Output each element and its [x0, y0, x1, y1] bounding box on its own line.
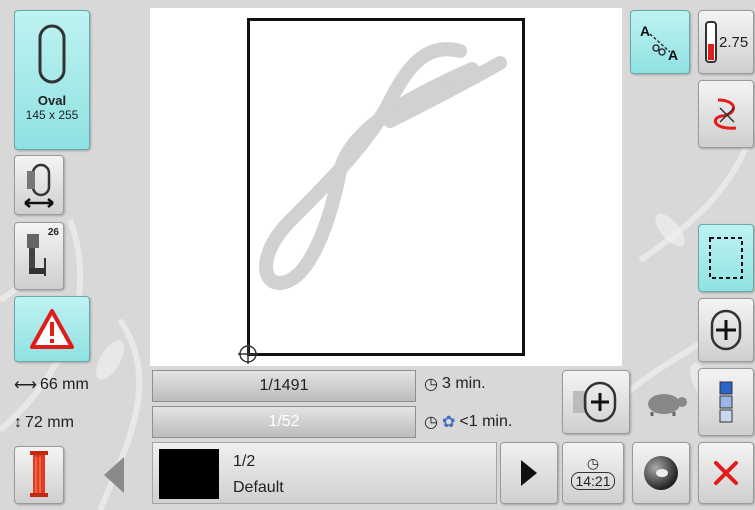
- design-preview: [259, 42, 507, 291]
- center-button[interactable]: [698, 298, 754, 362]
- tension-button[interactable]: 2.75: [698, 10, 754, 74]
- feed-badge: 26: [47, 227, 59, 238]
- cut-jump-icon: [713, 98, 737, 130]
- stitch-counter: 1/1491: [152, 370, 416, 402]
- move-hoop-button[interactable]: [14, 155, 64, 215]
- thread-button[interactable]: [14, 446, 64, 504]
- width-value: 66 mm: [39, 376, 89, 393]
- ball-icon: [644, 456, 678, 490]
- frame-select-icon: [709, 237, 743, 279]
- hoop-select-button[interactable]: Oval 145 x 255: [14, 10, 90, 150]
- clock-icon: ◷: [586, 455, 600, 471]
- play-icon: [521, 460, 537, 486]
- stitch-count-value: 1/1491: [259, 377, 309, 394]
- design-canvas[interactable]: [150, 8, 622, 366]
- hoop-size: 145 x 255: [25, 108, 79, 122]
- height-value: 72 mm: [25, 414, 74, 431]
- center-icon: [710, 309, 742, 351]
- clock-button[interactable]: ◷ 14:21: [562, 442, 624, 504]
- color-list-icon: [719, 381, 733, 423]
- color-time: ◷ ✿ <1 min.: [424, 412, 512, 432]
- presser-foot-button[interactable]: 26: [14, 222, 64, 290]
- clock-color-icon: ◷: [424, 414, 438, 431]
- move-hoop-icon: [24, 163, 54, 208]
- warning-icon: [30, 309, 74, 349]
- hoop-name: Oval: [37, 93, 67, 108]
- width-arrow-icon: ⟷: [14, 377, 37, 394]
- color-swatch: [159, 449, 219, 499]
- total-time-value: 3 min.: [441, 375, 486, 392]
- tension-icon: [705, 21, 717, 63]
- ball-button[interactable]: [632, 442, 690, 504]
- cancel-button[interactable]: [698, 442, 754, 504]
- color-step-panel[interactable]: 1/2 Default: [152, 442, 497, 504]
- cut-jump-button[interactable]: [698, 80, 754, 148]
- palette-icon: ✿: [441, 414, 456, 431]
- clock-icon: ◷: [424, 376, 438, 393]
- center-hoop-button[interactable]: [562, 370, 630, 434]
- height-arrow-icon: ↕: [14, 414, 22, 431]
- svg-text:A: A: [668, 47, 678, 63]
- origin-crosshair-icon: [238, 344, 258, 364]
- total-time: ◷ 3 min.: [424, 374, 486, 394]
- thread-spool-icon: [30, 451, 48, 497]
- clock-time: 14:21: [571, 472, 615, 490]
- color-list-button[interactable]: [698, 368, 754, 436]
- color-index: 1/2: [233, 453, 256, 470]
- play-button[interactable]: [500, 442, 558, 504]
- height-readout: ↕ 72 mm: [14, 414, 74, 432]
- color-progress-value: 1/52: [268, 413, 300, 430]
- color-progress-bar: 1/52: [152, 406, 416, 438]
- left-arrow-icon[interactable]: [100, 455, 126, 495]
- hoop-oval-icon: [38, 24, 66, 84]
- stitch-area-frame: [247, 18, 525, 356]
- color-name: Default: [233, 479, 284, 496]
- svg-text:A: A: [640, 23, 650, 39]
- stitch-edit-icon: A A: [640, 23, 678, 63]
- warning-button[interactable]: [14, 296, 90, 362]
- color-time-value: <1 min.: [459, 413, 513, 430]
- center-hoop-icon: [573, 381, 617, 423]
- tension-value: 2.75: [719, 33, 749, 51]
- cancel-icon: [714, 461, 738, 485]
- rotate-slow-icon[interactable]: [644, 388, 688, 416]
- stitch-edit-button[interactable]: A A: [630, 10, 690, 74]
- width-readout: ⟷ 66 mm: [14, 375, 89, 395]
- frame-select-button[interactable]: [698, 224, 754, 292]
